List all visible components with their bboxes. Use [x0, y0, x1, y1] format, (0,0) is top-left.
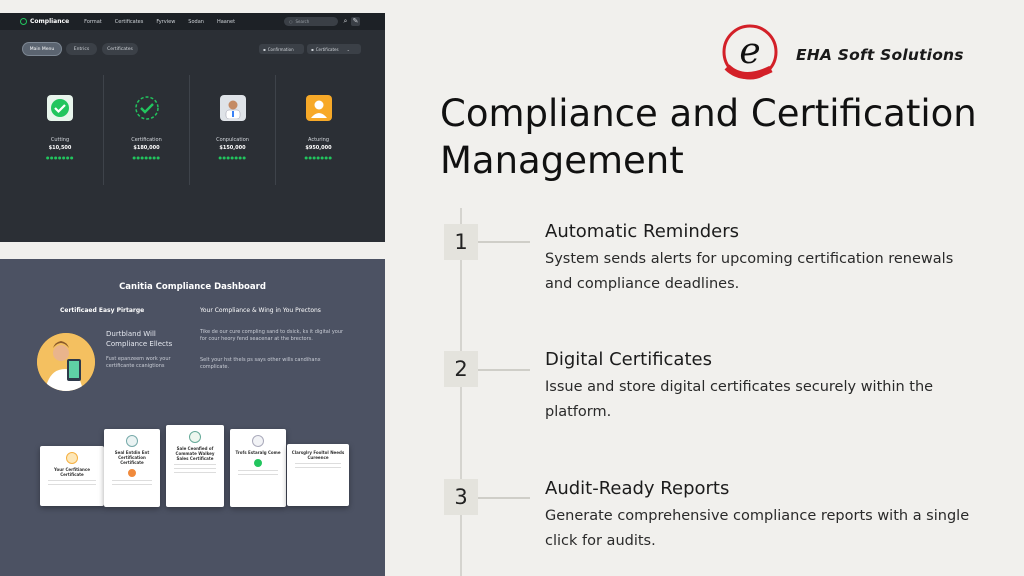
step-connector	[478, 497, 530, 499]
metric-title: Certification	[131, 137, 162, 143]
step-connector	[478, 241, 530, 243]
metric-title: Acturing	[308, 137, 329, 143]
section-heading-left: Certificaed Easy Pirtarge	[60, 307, 145, 314]
top-nav-bar: Compliance Format Certificates Fyrview S…	[0, 13, 385, 30]
certificates-dropdown[interactable]: ▪ Certificates ⌄	[307, 44, 361, 54]
nav-item[interactable]: Certificates	[115, 19, 144, 25]
metric-value: $150,000	[219, 145, 246, 151]
svg-text:e: e	[739, 31, 760, 72]
page-title: Compliance and Certification Management	[440, 92, 977, 182]
certificate-title: Sale Ceonfied of Commate Walkey Sales Ce…	[175, 446, 215, 461]
user-with-phone-illustration	[37, 333, 95, 391]
certificate-card[interactable]: Seal Entdin Ent Certification Certificat…	[104, 429, 160, 507]
search-icon[interactable]: ⌕	[341, 17, 350, 26]
search-placeholder: Search	[295, 19, 310, 24]
dashboard-screenshot-top: Compliance Format Certificates Fyrview S…	[0, 13, 385, 242]
nav-menu: Format Certificates Fyrview Sodan Haanet	[84, 19, 235, 25]
rating-dots: ●●●●●●●	[46, 155, 74, 160]
metric-value: $10,500	[48, 145, 72, 151]
metric-title: Cutting	[50, 137, 70, 143]
seal-icon	[66, 452, 78, 464]
check-badge-icon	[254, 459, 262, 467]
user-avatar-icon	[305, 95, 332, 121]
step-title: Automatic Reminders	[545, 221, 740, 242]
tab-entrics[interactable]: Entrics	[66, 43, 97, 55]
check-shield-icon	[47, 95, 73, 121]
app-brand[interactable]: Compliance	[20, 18, 69, 25]
nav-item[interactable]: Format	[84, 19, 102, 25]
brand-logo-icon	[20, 18, 27, 25]
step-description: Issue and store digital certificates sec…	[545, 379, 934, 420]
brand-name: EHA Soft Solutions	[796, 46, 964, 64]
doc-icon: ▪	[263, 46, 266, 52]
certificate-card[interactable]: Your Cerfitiance Certificate	[40, 446, 104, 506]
feature-description: Fust epanzeem work your certificante cca…	[106, 356, 171, 369]
seal-icon	[126, 435, 138, 447]
search-input[interactable]: ○ Search	[284, 17, 338, 26]
step-number: 2	[444, 351, 478, 387]
tab-certificates[interactable]: Certificates	[102, 43, 138, 55]
rating-dots: ●●●●●●●	[132, 155, 161, 160]
info-text: Tike de our cure compling sand to dsick,…	[200, 329, 344, 342]
metric-value: $180,000	[133, 145, 160, 151]
step-title: Audit-Ready Reports	[545, 478, 730, 499]
rating-dots: ●●●●●●●	[218, 155, 247, 160]
certificate-title: Seal Entdin Ent Certification Certificat…	[114, 450, 150, 465]
certificate-card[interactable]: Clarsglry Fooltol Needs Cureence	[287, 444, 349, 506]
timeline-line	[460, 208, 462, 576]
certificate-card[interactable]: Sale Ceonfied of Commate Walkey Sales Ce…	[166, 425, 224, 507]
section-heading-right: Your Compliance & Wing in You Prectons	[200, 307, 321, 314]
certificate-title: Your Cerfitiance Certificate	[54, 467, 90, 477]
dashboard-title: Canitia Compliance Dashboard	[119, 282, 266, 292]
certificate-card[interactable]: Trofs Estaralg Come	[230, 429, 286, 507]
badge-icon	[128, 469, 136, 477]
metric-card[interactable]: Certification $180,000 ●●●●●●●	[103, 75, 189, 185]
step-number: 1	[444, 224, 478, 260]
certificate-title: Clarsglry Fooltol Needs Cureence	[291, 450, 345, 460]
nav-item[interactable]: Haanet	[217, 19, 235, 25]
nav-item[interactable]: Fyrview	[156, 19, 175, 25]
metric-card[interactable]: Cutting $10,500 ●●●●●●●	[17, 75, 103, 185]
feature-title: Durtbland Will Compliance Ellects	[106, 330, 173, 348]
check-circle-icon	[134, 95, 160, 121]
seal-icon	[189, 431, 201, 443]
doctor-avatar-icon	[219, 95, 246, 121]
edit-icon[interactable]: ✎	[351, 17, 360, 26]
confirmation-dropdown[interactable]: ▪ Confirmation	[259, 44, 304, 54]
dropdown-label: Confirmation	[267, 46, 294, 52]
metric-card[interactable]: Acturing $950,000 ●●●●●●●	[275, 75, 361, 185]
step-description: System sends alerts for upcoming certifi…	[545, 251, 954, 292]
tab-main-menu[interactable]: Main Menu	[23, 43, 61, 55]
step-number: 3	[444, 479, 478, 515]
search-icon: ○	[289, 19, 293, 24]
brand-logo-icon: e	[719, 23, 781, 81]
rating-dots: ●●●●●●●	[304, 155, 333, 160]
metric-card[interactable]: Conpulcation $150,000 ●●●●●●●	[189, 75, 275, 185]
brand-name: Compliance	[30, 18, 70, 25]
chevron-down-icon: ⌄	[346, 46, 350, 52]
metric-value: $950,000	[305, 145, 332, 151]
nav-item[interactable]: Sodan	[188, 19, 204, 25]
step-title: Digital Certificates	[545, 349, 712, 370]
step-connector	[478, 369, 530, 371]
metric-title: Conpulcation	[216, 137, 249, 143]
doc-icon: ▪	[311, 46, 314, 52]
dropdown-label: Certificates	[315, 46, 339, 52]
info-text: Selt your hst thels ps says other wills …	[200, 357, 321, 370]
step-description: Generate comprehensive compliance report…	[545, 508, 970, 549]
seal-icon	[252, 435, 264, 447]
dashboard-screenshot-bottom: Canitia Compliance Dashboard Certificaed…	[0, 259, 385, 576]
certificate-title: Trofs Estaralg Come	[235, 450, 281, 455]
